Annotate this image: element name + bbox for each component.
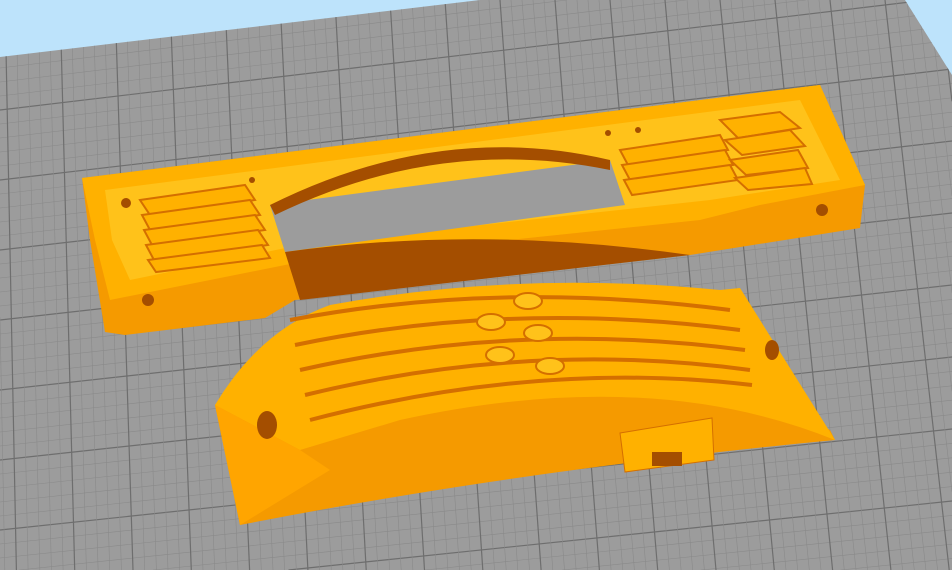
hole-icon bbox=[249, 177, 255, 183]
hole-icon bbox=[765, 340, 779, 360]
hole-icon bbox=[142, 294, 154, 306]
block-tab-slot bbox=[652, 452, 682, 466]
hole-icon bbox=[257, 411, 277, 439]
hole-icon bbox=[121, 198, 131, 208]
hole-icon bbox=[635, 127, 641, 133]
hole-icon bbox=[816, 204, 828, 216]
slot-group-left bbox=[138, 183, 272, 274]
hole-icon bbox=[605, 130, 611, 136]
3d-viewport[interactable] bbox=[0, 0, 952, 570]
